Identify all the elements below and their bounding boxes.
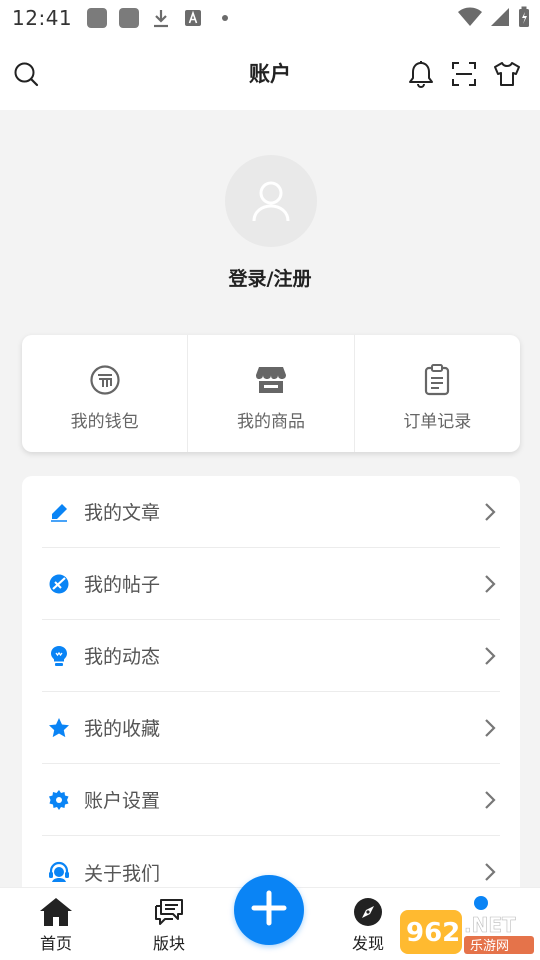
post-icon (48, 573, 70, 595)
menu-item-posts[interactable]: 我的帖子 (42, 548, 500, 620)
store-icon (254, 363, 288, 397)
menu-item-label: 我的收藏 (84, 718, 161, 740)
home-icon (39, 896, 73, 928)
wallet-coin-icon (88, 363, 122, 397)
menu-item-favorites[interactable]: 我的收藏 (42, 692, 500, 764)
headset-icon (48, 861, 70, 883)
nav-boards[interactable]: 版块 (134, 896, 204, 954)
clipboard-icon (420, 363, 454, 397)
chat-icon (152, 896, 186, 928)
chevron-right-icon (482, 574, 498, 594)
dot-icon (214, 7, 236, 29)
watermark-logo: 962 .NET 乐游网 (400, 910, 534, 954)
nav-label: 首页 (39, 934, 72, 953)
bell-icon[interactable] (407, 60, 435, 88)
nav-label: 版块 (152, 934, 185, 953)
svg-text:.NET: .NET (464, 913, 516, 937)
menu-item-updates[interactable]: 我的动态 (42, 620, 500, 692)
menu-item-account-settings[interactable]: 账户设置 (42, 764, 500, 836)
chevron-right-icon (482, 646, 498, 666)
chevron-right-icon (482, 502, 498, 522)
star-icon (48, 717, 70, 739)
keyboard-a-icon (182, 7, 204, 29)
compass-icon (351, 896, 385, 928)
svg-text:乐游网: 乐游网 (470, 939, 509, 954)
nav-home[interactable]: 首页 (21, 896, 91, 954)
menu-item-label: 我的帖子 (84, 574, 161, 596)
bulb-icon (48, 645, 70, 667)
notification-app-icon (118, 7, 140, 29)
nav-discover[interactable]: 发现 (333, 896, 403, 954)
shortcut-card: 我的钱包 我的商品 订单记录 (22, 335, 520, 452)
gear-icon (48, 789, 70, 811)
signal-icon (490, 7, 510, 31)
download-icon (150, 7, 172, 29)
shortcut-label: 我的钱包 (70, 412, 139, 432)
add-post-button[interactable] (234, 875, 304, 945)
menu-item-articles[interactable]: 我的文章 (42, 476, 500, 548)
shortcut-label: 我的商品 (236, 412, 305, 432)
menu-item-label: 我的动态 (84, 646, 161, 668)
login-register-link[interactable]: 登录/注册 (0, 264, 540, 291)
nav-label: 发现 (351, 934, 384, 953)
menu-item-label: 我的文章 (84, 502, 161, 524)
shortcut-orders[interactable]: 订单记录 (355, 335, 520, 452)
avatar[interactable] (225, 155, 317, 247)
tshirt-icon[interactable] (493, 60, 521, 88)
svg-text:962: 962 (406, 918, 460, 948)
status-time: 12:41 (12, 6, 73, 30)
wifi-icon (458, 7, 482, 31)
pencil-icon (48, 501, 70, 523)
menu-item-label: 账户设置 (84, 790, 161, 812)
battery-icon (518, 6, 530, 32)
chevron-right-icon (482, 790, 498, 810)
notification-app-icon (86, 7, 108, 29)
chevron-right-icon (482, 718, 498, 738)
shortcut-wallet[interactable]: 我的钱包 (22, 335, 189, 452)
shortcut-products[interactable]: 我的商品 (188, 335, 355, 452)
status-bar: 12:41 (0, 0, 540, 36)
app-header: 账户 (0, 36, 540, 110)
shortcut-label: 订单记录 (403, 412, 472, 432)
plus-icon (251, 890, 287, 930)
chevron-right-icon (482, 862, 498, 882)
scan-icon[interactable] (450, 60, 478, 88)
